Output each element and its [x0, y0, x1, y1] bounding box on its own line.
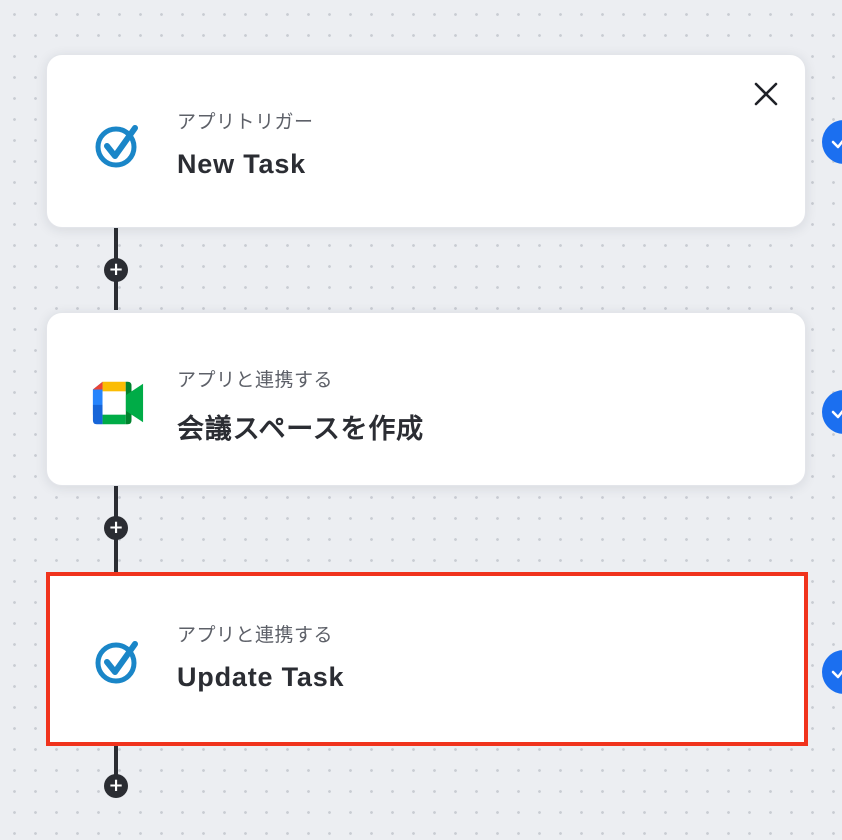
step-category-label: アプリと連携する — [177, 370, 334, 391]
workflow-step-card-update[interactable]: アプリと連携する Update Task — [46, 572, 808, 746]
check-task-icon — [91, 634, 145, 688]
status-check-icon[interactable] — [822, 650, 842, 694]
status-check-icon[interactable] — [822, 120, 842, 164]
workflow-step-card-meet[interactable]: アプリと連携する 会議スペースを作成 — [46, 312, 806, 486]
google-meet-icon — [91, 376, 145, 430]
check-task-icon — [91, 118, 145, 172]
step-category-label: アプリトリガー — [177, 112, 314, 133]
step-category-label: アプリと連携する — [177, 625, 334, 646]
add-step-button[interactable]: + — [104, 774, 128, 798]
status-check-icon[interactable] — [822, 390, 842, 434]
close-icon[interactable] — [751, 79, 781, 109]
add-step-button[interactable]: + — [104, 516, 128, 540]
step-title: New Task — [177, 149, 306, 179]
workflow-step-card-trigger[interactable]: アプリトリガー New Task — [46, 54, 806, 228]
step-title: 会議スペースを作成 — [177, 414, 424, 444]
add-step-button[interactable]: + — [104, 258, 128, 282]
step-title: Update Task — [177, 662, 345, 692]
